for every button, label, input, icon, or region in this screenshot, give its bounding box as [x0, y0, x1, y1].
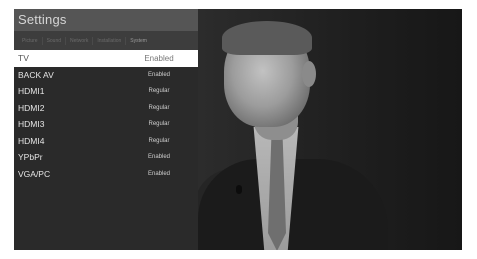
- source-value: Regular: [148, 104, 170, 111]
- source-list: TV Enabled BACK AV Enabled HDMI1 Regular…: [14, 50, 198, 182]
- source-value: Enabled: [147, 154, 171, 161]
- settings-tabs: Picture Sound Network Installation Syste…: [14, 31, 198, 50]
- source-name: VGA/PC: [18, 168, 51, 179]
- source-name: HDMI2: [18, 102, 45, 113]
- source-value: Enabled: [147, 71, 171, 78]
- source-value: Regular: [148, 88, 170, 95]
- source-row-back-av[interactable]: BACK AV Enabled: [14, 67, 198, 84]
- photo-hair: [222, 21, 312, 55]
- tab-picture[interactable]: Picture: [18, 36, 43, 45]
- source-name: HDMI3: [18, 119, 45, 130]
- source-row-ypbpr[interactable]: YPbPr Enabled: [14, 149, 198, 166]
- tab-system[interactable]: System: [126, 37, 151, 45]
- tv-screen: Settings Picture Sound Network Installat…: [14, 9, 462, 250]
- source-value: Enabled: [147, 170, 171, 177]
- source-name: BACK AV: [18, 69, 54, 80]
- settings-panel: Settings Picture Sound Network Installat…: [14, 9, 198, 250]
- source-row-tv[interactable]: TV Enabled: [14, 50, 198, 67]
- source-row-hdmi2[interactable]: HDMI2 Regular: [14, 100, 198, 117]
- photo-ear: [302, 61, 316, 87]
- tab-installation[interactable]: Installation: [93, 36, 127, 45]
- source-name: HDMI1: [18, 86, 45, 97]
- source-name: HDMI4: [18, 135, 45, 146]
- tab-network[interactable]: Network: [66, 36, 94, 45]
- source-value: Enabled: [144, 53, 174, 63]
- source-row-hdmi3[interactable]: HDMI3 Regular: [14, 116, 198, 133]
- source-name: TV: [18, 53, 29, 64]
- source-value: Regular: [148, 137, 170, 144]
- photo-microphone: [236, 185, 242, 194]
- settings-title: Settings: [18, 12, 67, 27]
- source-name: YPbPr: [18, 152, 43, 163]
- background-photo: [182, 9, 462, 250]
- source-row-hdmi1[interactable]: HDMI1 Regular: [14, 83, 198, 100]
- source-row-vga-pc[interactable]: VGA/PC Enabled: [14, 166, 198, 183]
- source-row-hdmi4[interactable]: HDMI4 Regular: [14, 133, 198, 150]
- tab-sound[interactable]: Sound: [43, 36, 67, 45]
- settings-header: Settings: [14, 9, 198, 31]
- source-value: Regular: [148, 121, 170, 128]
